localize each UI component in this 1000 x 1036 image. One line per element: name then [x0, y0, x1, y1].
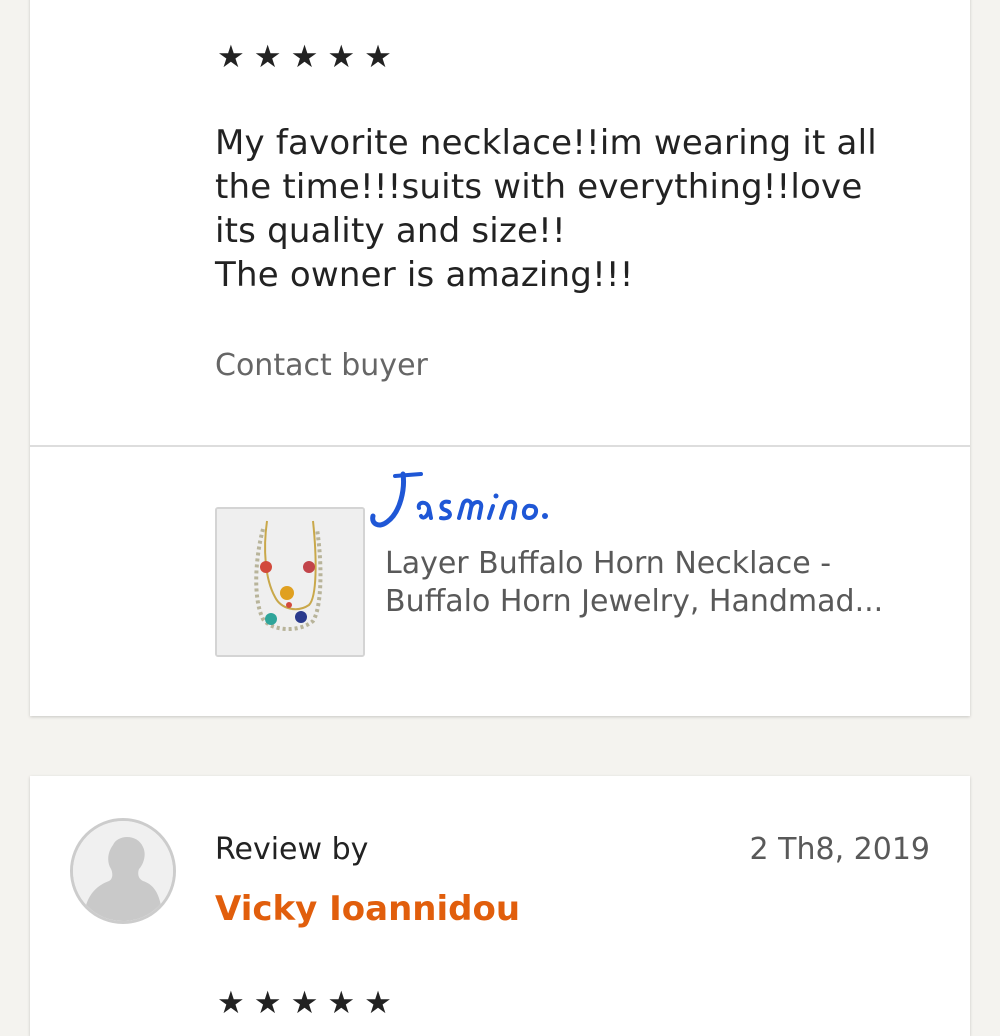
necklace-image — [217, 509, 363, 655]
review-by-label: Review by — [215, 832, 369, 867]
review-card: ★★★★★ My favorite necklace!!im wearing i… — [30, 0, 970, 716]
contact-buyer-link[interactable]: Contact buyer — [215, 348, 428, 383]
product-thumbnail[interactable] — [215, 507, 365, 657]
avatar[interactable] — [70, 818, 176, 924]
product-title-line: Buffalo Horn Jewelry, Handmad... — [385, 584, 884, 619]
star-rating: ★★★★★ — [217, 985, 401, 1021]
reviewer-name-link[interactable]: Vicky Ioannidou — [215, 889, 520, 929]
review-card: Review by 2 Th8, 2019 Vicky Ioannidou ★★… — [30, 776, 970, 1036]
default-user-avatar-icon — [73, 821, 173, 921]
star-rating: ★★★★★ — [217, 39, 401, 75]
product-title-link[interactable]: Layer Buffalo Horn Necklace - Buffalo Ho… — [385, 545, 945, 621]
review-text-line: My favorite necklace!!im wearing it all — [215, 123, 877, 163]
review-text: My favorite necklace!!im wearing it all … — [215, 121, 935, 297]
review-date: 2 Th8, 2019 — [749, 832, 930, 867]
review-text-line: its quality and size!! — [215, 211, 566, 251]
review-text-line: the time!!!suits with everything!!love — [215, 167, 863, 207]
brand-logo — [370, 471, 548, 528]
review-text-line: The owner is amazing!!! — [215, 255, 634, 295]
product-title-line: Layer Buffalo Horn Necklace - — [385, 546, 832, 581]
divider — [30, 445, 970, 447]
